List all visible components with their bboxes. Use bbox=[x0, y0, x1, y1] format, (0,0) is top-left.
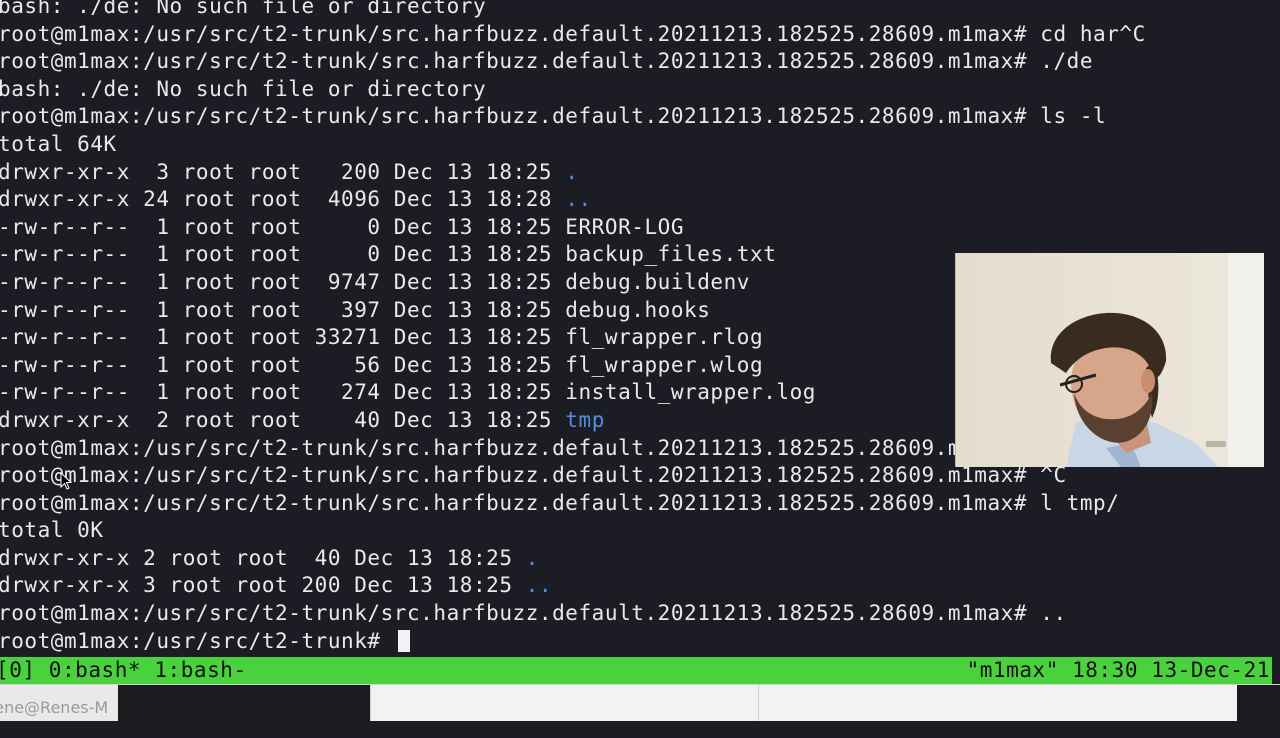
taskbar-dark-segment bbox=[1237, 685, 1280, 721]
directory-name: .. bbox=[565, 187, 592, 212]
terminal-text: root@m1max:/usr/src/t2-trunk/src.harfbuz… bbox=[0, 435, 962, 460]
terminal-text: bash: ./de: No such file or directory bbox=[0, 0, 487, 18]
directory-name: . bbox=[565, 159, 579, 184]
terminal-text: total 64K bbox=[0, 131, 117, 156]
terminal-text: root@m1max:/usr/src/t2-trunk/src.harfbuz… bbox=[0, 49, 1094, 74]
tmux-window-list[interactable]: [0] 0:bash* 1:bash- bbox=[0, 657, 247, 684]
terminal-line: root@m1max:/usr/src/t2-trunk/src.harfbuz… bbox=[0, 490, 1280, 518]
terminal-line: bash: ./de: No such file or directory bbox=[0, 0, 1280, 21]
terminal-text: drwxr-xr-x 2 root root 40 Dec 13 18:25 bbox=[0, 407, 566, 432]
directory-name: .. bbox=[525, 573, 553, 598]
terminal-text: -rw-r--r-- 1 root root 397 Dec 13 18:25 … bbox=[0, 297, 711, 322]
terminal-text: -rw-r--r-- 1 root root 33271 Dec 13 18:2… bbox=[0, 325, 764, 350]
terminal-text: -rw-r--r-- 1 root root 274 Dec 13 18:25 … bbox=[0, 380, 816, 405]
terminal-text: -rw-r--r-- 1 root root 9747 Dec 13 18:25… bbox=[0, 269, 751, 294]
terminal-text: -rw-r--r-- 1 root root 0 Dec 13 18:25 ba… bbox=[0, 242, 777, 267]
terminal-text: total 0K bbox=[0, 518, 104, 543]
terminal-text: -rw-r--r-- 1 root root 56 Dec 13 18:25 f… bbox=[0, 352, 764, 377]
terminal-line: -rw-r--r-- 1 root root 0 Dec 13 18:25 ER… bbox=[0, 214, 1280, 242]
status-edge bbox=[1272, 657, 1280, 684]
taskbar-dark-segment bbox=[118, 685, 370, 721]
terminal-text: root@m1max:/usr/src/t2-trunk# bbox=[0, 628, 394, 653]
terminal-line: total 0K bbox=[0, 517, 1280, 545]
terminal-text: -rw-r--r-- 1 root root 0 Dec 13 18:25 ER… bbox=[0, 214, 685, 239]
text-cursor bbox=[397, 629, 410, 652]
taskbar-divider bbox=[370, 685, 371, 721]
terminal-text: root@m1max:/usr/src/t2-trunk/src.harfbuz… bbox=[0, 601, 1067, 626]
host-taskbar: rene@Renes-M bbox=[0, 684, 1280, 721]
terminal-text: drwxr-xr-x 3 root root 200 Dec 13 18:25 bbox=[0, 159, 566, 184]
taskbar-tab-label: rene@Renes-M bbox=[0, 698, 109, 717]
webcam-image bbox=[956, 253, 1264, 467]
directory-name: . bbox=[525, 545, 539, 570]
terminal-line: root@m1max:/usr/src/t2-trunk/src.harfbuz… bbox=[0, 48, 1280, 76]
terminal-line: root@m1max:/usr/src/t2-trunk/src.harfbuz… bbox=[0, 21, 1280, 49]
terminal-line: bash: ./de: No such file or directory bbox=[0, 76, 1280, 104]
terminal-text: root@m1max:/usr/src/t2-trunk/src.harfbuz… bbox=[0, 104, 1107, 129]
terminal-line: total 64K bbox=[0, 131, 1280, 159]
terminal-line: drwxr-xr-x 24 root root 4096 Dec 13 18:2… bbox=[0, 186, 1280, 214]
terminal-line: root@m1max:/usr/src/t2-trunk# bbox=[0, 628, 1280, 656]
taskbar-divider bbox=[758, 685, 759, 721]
directory-name: tmp bbox=[565, 407, 605, 432]
terminal-text: bash: ./de: No such file or directory bbox=[0, 76, 487, 101]
terminal-text: drwxr-xr-x 2 root root 40 Dec 13 18:25 bbox=[0, 545, 526, 570]
terminal-text: drwxr-xr-x 24 root root 4096 Dec 13 18:2… bbox=[0, 187, 566, 212]
tmux-host-clock: "m1max" 18:30 13-Dec-21 bbox=[966, 658, 1270, 682]
terminal-line: drwxr-xr-x 2 root root 40 Dec 13 18:25 . bbox=[0, 545, 1280, 573]
terminal-text: root@m1max:/usr/src/t2-trunk/src.harfbuz… bbox=[0, 463, 1067, 488]
terminal-line: root@m1max:/usr/src/t2-trunk/src.harfbuz… bbox=[0, 600, 1280, 628]
terminal-line: root@m1max:/usr/src/t2-trunk/src.harfbuz… bbox=[0, 103, 1280, 131]
taskbar-tab-terminal[interactable]: rene@Renes-M bbox=[0, 685, 118, 721]
terminal-text: drwxr-xr-x 3 root root 200 Dec 13 18:25 bbox=[0, 573, 526, 598]
mouse-pointer-icon bbox=[60, 472, 72, 490]
webcam-overlay bbox=[955, 253, 1264, 467]
terminal-text: root@m1max:/usr/src/t2-trunk/src.harfbuz… bbox=[0, 21, 1146, 46]
tmux-status-bar: [0] 0:bash* 1:bash- "m1max" 18:30 13-Dec… bbox=[0, 657, 1272, 684]
terminal-line: drwxr-xr-x 3 root root 200 Dec 13 18:25 … bbox=[0, 159, 1280, 187]
terminal-text: root@m1max:/usr/src/t2-trunk/src.harfbuz… bbox=[0, 490, 1120, 515]
terminal-line: drwxr-xr-x 3 root root 200 Dec 13 18:25 … bbox=[0, 572, 1280, 600]
